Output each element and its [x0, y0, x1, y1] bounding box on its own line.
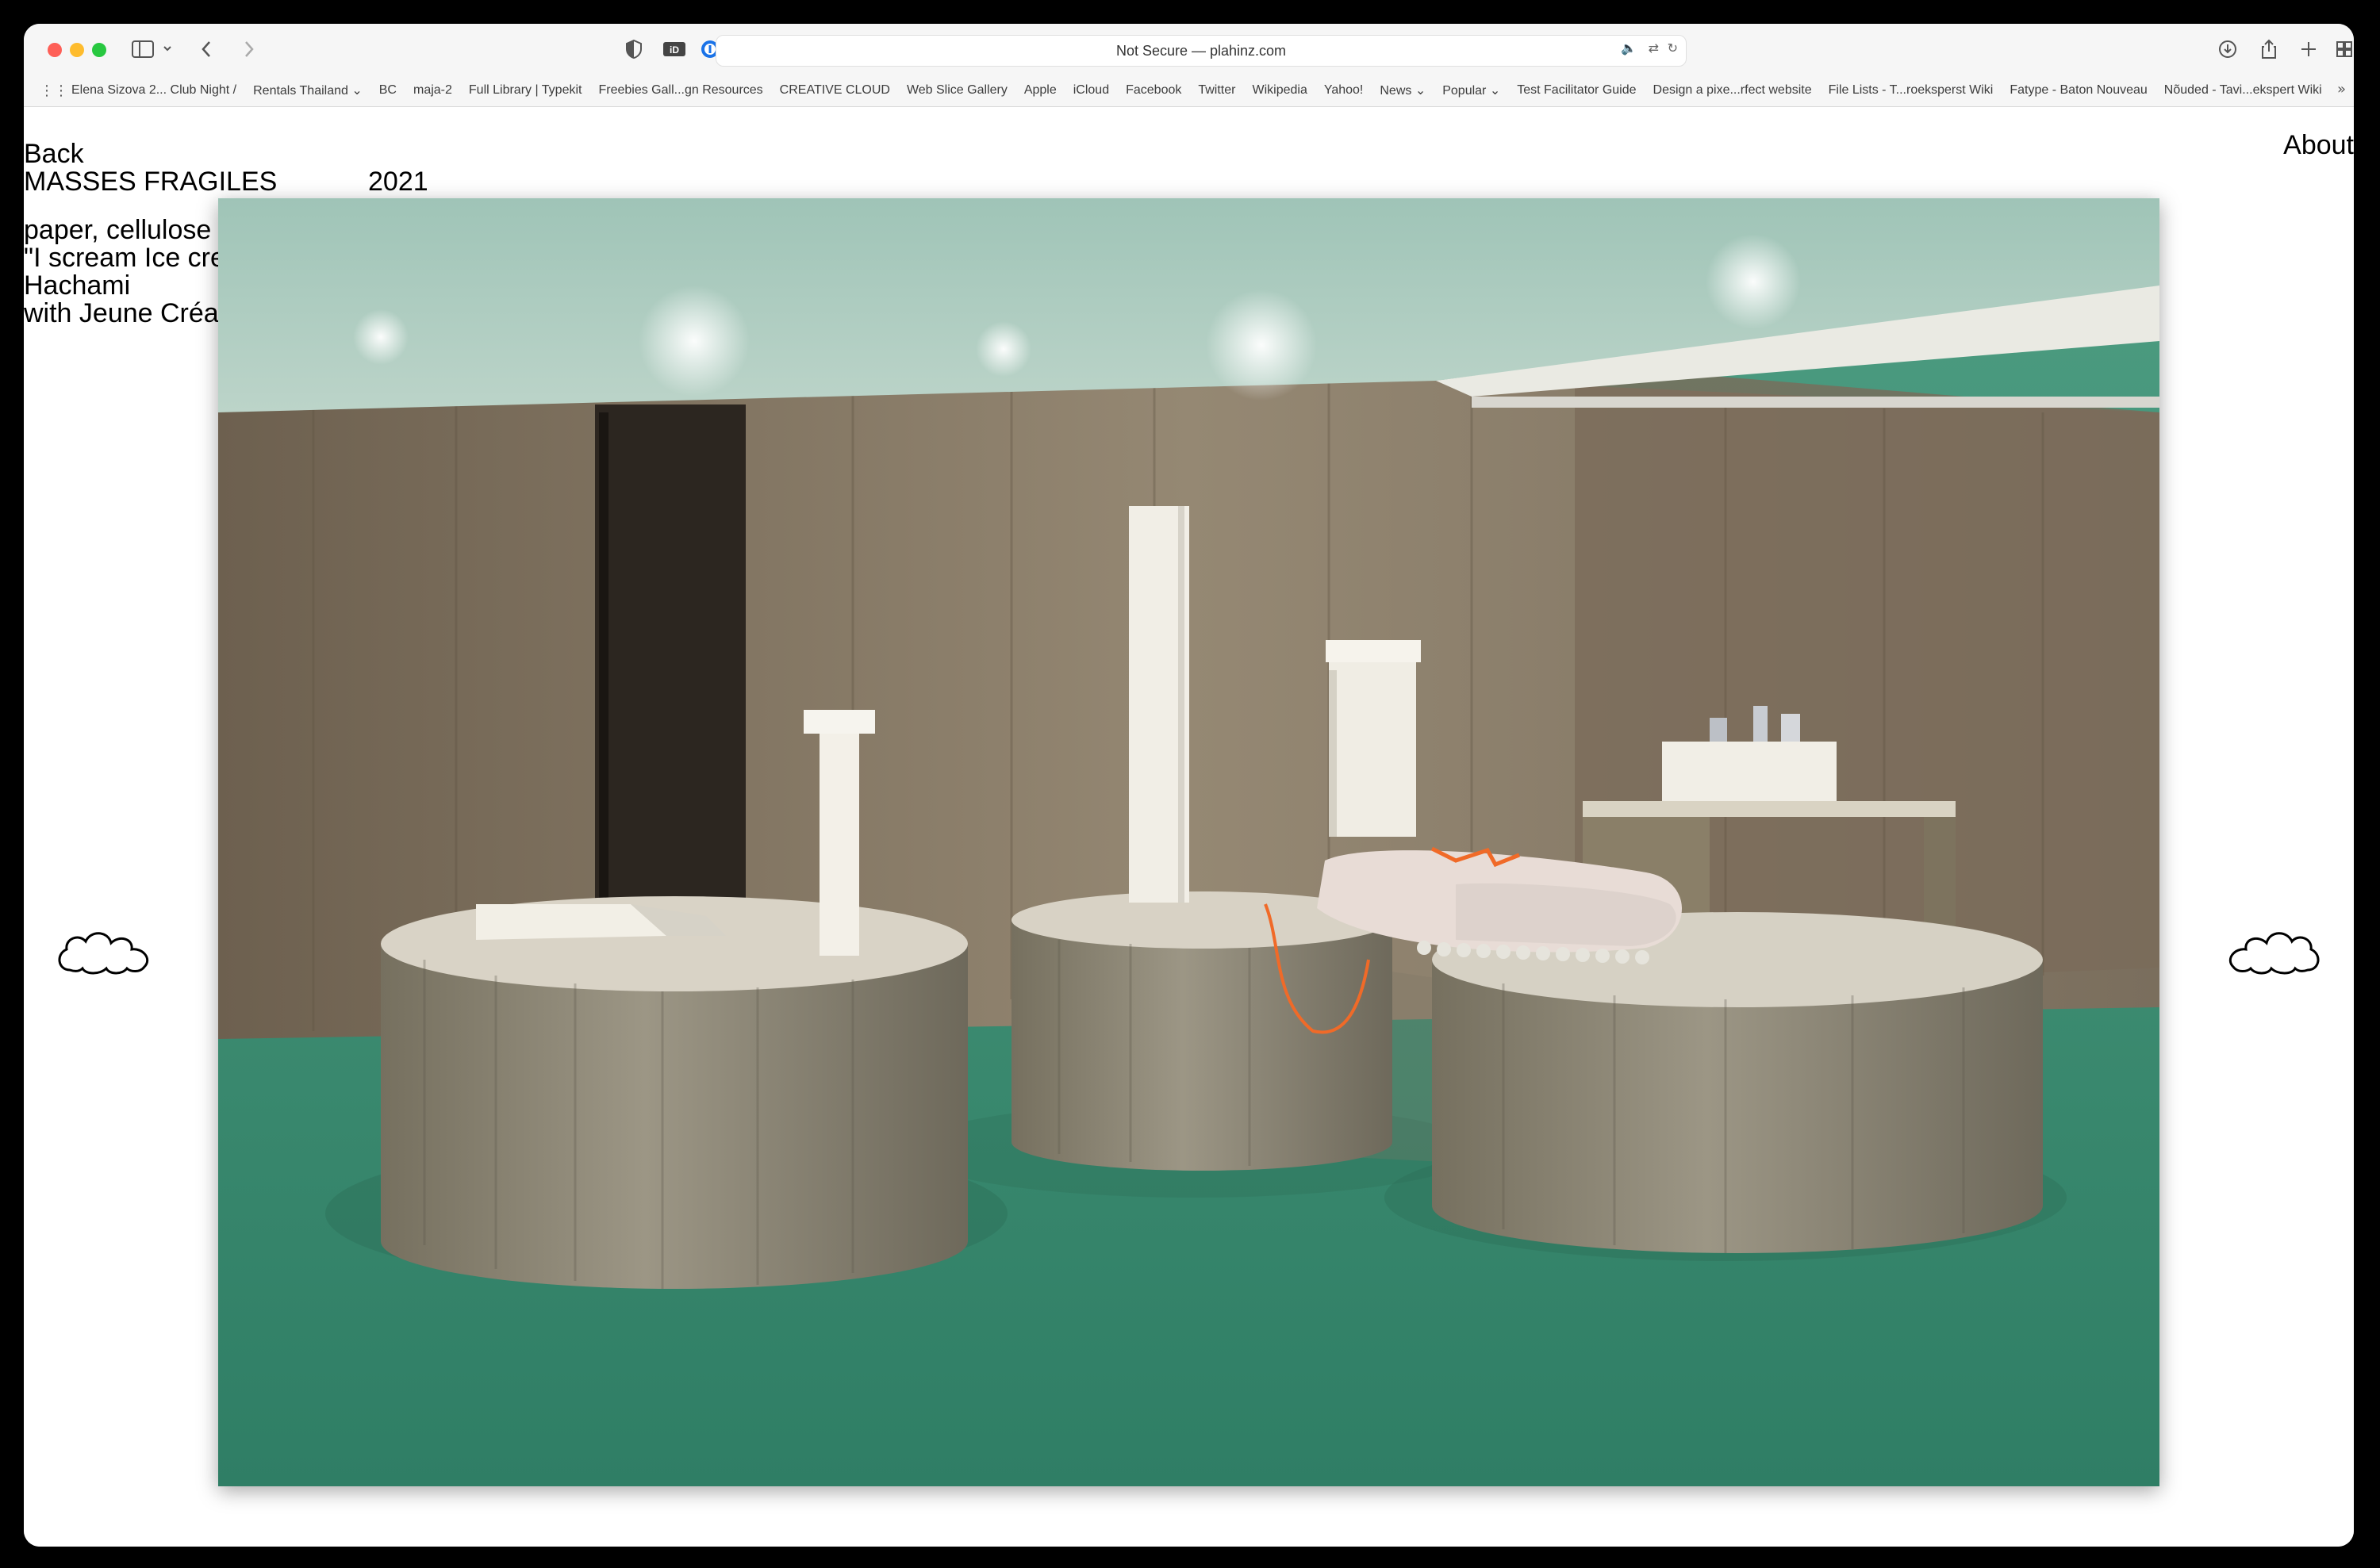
bookmark-item[interactable]: Rentals Thailand ⌄	[253, 82, 363, 98]
description-line: "I scream Ice cre	[24, 243, 225, 273]
bookmark-item[interactable]: File Lists - T...roeksperst Wiki	[1829, 83, 1994, 98]
bookmark-item[interactable]: Test Facilitator Guide	[1517, 83, 1636, 98]
shield-icon	[626, 39, 642, 59]
bookmark-item[interactable]: Elena Sizova 2... Club Night /	[71, 83, 236, 98]
share-button[interactable]	[2255, 35, 2283, 63]
translate-icon[interactable]: ⇄	[1649, 40, 1659, 56]
new-tab-button[interactable]	[2294, 35, 2323, 63]
bookmark-item[interactable]: Wikipedia	[1252, 83, 1307, 98]
bookmark-item[interactable]: BC	[379, 83, 397, 98]
bookmark-item[interactable]: Twitter	[1198, 83, 1235, 98]
address-bar[interactable]: Not Secure — plahinz.com 🔈 ⇄ ↻	[716, 35, 1687, 67]
id-extension-icon: iD	[663, 42, 685, 56]
tab-overview-icon	[2336, 41, 2352, 57]
chevron-double-right-icon[interactable]: »	[2337, 81, 2346, 98]
favorites-grid-icon[interactable]: ⋮⋮	[40, 82, 68, 99]
bookmark-item[interactable]: Design a pixe...rfect website	[1653, 83, 1812, 98]
privacy-report-button[interactable]	[620, 35, 647, 63]
bookmark-list: Elena Sizova 2... Club Night / Rentals Th…	[71, 75, 2322, 106]
favorites-bar: ⋮⋮ Elena Sizova 2... Club Night / Rentals…	[24, 75, 2354, 107]
bookmark-item[interactable]: iCloud	[1073, 83, 1109, 98]
bookmark-item[interactable]: Fatype - Baton Nouveau	[2010, 83, 2147, 98]
page-content: Back MASSES FRAGILES 2021 paper, cellulo…	[24, 107, 2354, 1547]
chevron-left-icon	[202, 41, 210, 57]
bookmark-item[interactable]: maja-2	[413, 83, 452, 98]
bookmark-item[interactable]: Full Library | Typekit	[469, 83, 582, 98]
description-line: Hachami	[24, 270, 131, 301]
browser-toolbar: iD Not Secure — plahinz.com 🔈 ⇄ ↻	[24, 24, 2354, 75]
downloads-button[interactable]	[2213, 35, 2242, 63]
bookmark-item[interactable]: CREATIVE CLOUD	[780, 83, 890, 98]
browser-window: iD Not Secure — plahinz.com 🔈 ⇄ ↻ ⋮⋮ Ele…	[24, 24, 2354, 1547]
bookmark-item[interactable]: Nõuded - Tavi...ekspert Wiki	[2164, 83, 2322, 98]
cloud-arrow-icon	[2228, 932, 2320, 975]
sidebar-toggle-button[interactable]	[127, 35, 182, 63]
forward-button[interactable]	[235, 35, 263, 63]
tab-overview-button[interactable]	[2332, 35, 2354, 63]
download-icon	[2219, 40, 2236, 58]
bookmark-item[interactable]: Freebies Gall...gn Resources	[598, 83, 762, 98]
previous-image-button[interactable]	[54, 924, 157, 980]
close-window-button[interactable]	[48, 43, 62, 57]
next-image-button[interactable]	[2221, 924, 2324, 980]
bookmark-item[interactable]: Apple	[1024, 83, 1057, 98]
svg-text:iD: iD	[670, 44, 679, 56]
description-line: with Jeune Créa	[24, 298, 219, 328]
about-link[interactable]: About	[2283, 131, 2354, 159]
reload-icon[interactable]: ↻	[1668, 40, 1678, 56]
description-line: paper, cellulose	[24, 215, 212, 245]
back-button[interactable]	[192, 35, 221, 63]
bookmark-item[interactable]: News ⌄	[1380, 82, 1426, 98]
exhibition-photo	[218, 198, 2159, 1486]
cloud-arrow-icon	[58, 932, 149, 975]
bookmark-item[interactable]: Facebook	[1126, 83, 1181, 98]
zoom-window-button[interactable]	[92, 43, 106, 57]
project-year: 2021	[368, 167, 428, 197]
project-title: MASSES FRAGILES	[24, 167, 278, 197]
plus-icon	[2301, 42, 2316, 56]
minimize-window-button[interactable]	[70, 43, 84, 57]
address-text: Not Secure — plahinz.com	[1115, 43, 1287, 59]
chevron-right-icon	[245, 41, 254, 57]
audio-icon[interactable]: 🔈	[1621, 40, 1637, 56]
share-icon	[2262, 39, 2276, 59]
bookmark-item[interactable]: Web Slice Gallery	[907, 83, 1008, 98]
bookmark-item[interactable]: Popular ⌄	[1442, 82, 1500, 98]
sidebar-icon	[132, 40, 171, 58]
bookmark-item[interactable]: Yahoo!	[1324, 83, 1364, 98]
extension-button[interactable]: iD	[658, 35, 690, 63]
back-link[interactable]: Back	[24, 140, 84, 168]
